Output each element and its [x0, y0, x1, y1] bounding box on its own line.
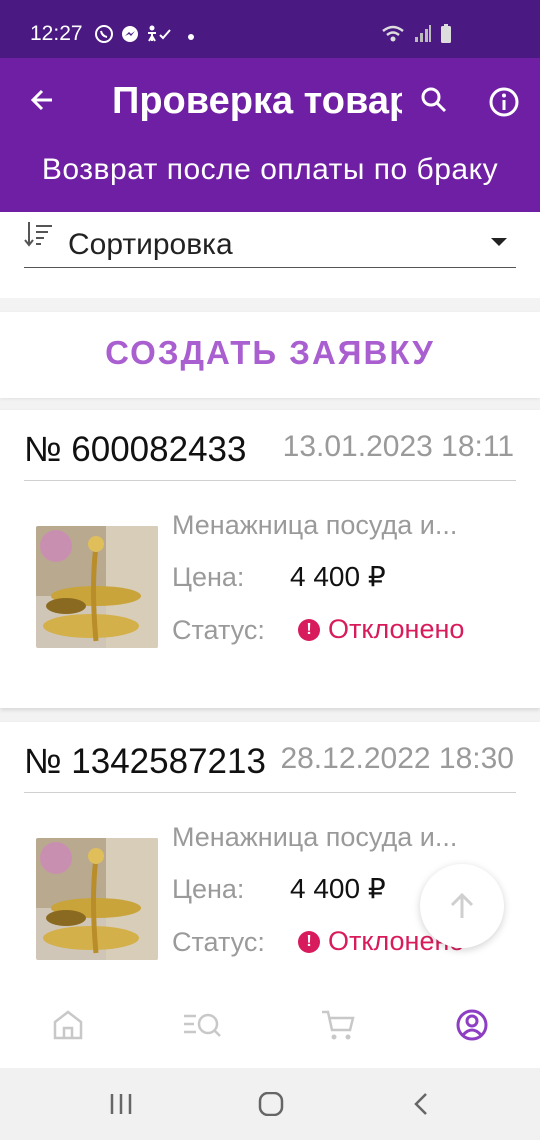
- nav-cart[interactable]: [320, 1008, 356, 1047]
- create-section: СОЗДАТЬ ЗАЯВКУ: [0, 312, 540, 398]
- nav-home[interactable]: [52, 1008, 84, 1047]
- system-navigation: [0, 1068, 540, 1140]
- bottom-navigation: [0, 980, 540, 1068]
- divider: [24, 792, 516, 793]
- status-bar: 12:27: [0, 0, 540, 58]
- sort-dropdown[interactable]: Сортировка: [68, 228, 233, 262]
- alert-icon: !: [298, 930, 320, 953]
- home-circle-icon: [258, 1091, 284, 1117]
- order-number: № 1342587213: [24, 742, 266, 781]
- price-label: Цена:: [172, 562, 245, 592]
- notification-dot: [188, 33, 194, 40]
- chevron-left-icon: [414, 1093, 427, 1115]
- order-date: 28.12.2022 18:30: [280, 742, 514, 775]
- back-button[interactable]: [28, 86, 56, 119]
- product-name: Менажница посуда и...: [172, 822, 458, 852]
- page-title: Проверка товара: [112, 80, 402, 122]
- price-label: Цена:: [172, 874, 245, 904]
- back-nav-button[interactable]: [412, 1092, 432, 1121]
- app-bar: Проверка товара Возврат после оплаты по …: [0, 58, 540, 212]
- alert-icon: !: [298, 618, 320, 641]
- wifi-icon: [380, 24, 406, 49]
- sort-section: Сортировка: [0, 212, 540, 298]
- status-time: 12:27: [30, 22, 83, 45]
- status-text: Отклонено: [328, 614, 465, 644]
- create-request-button[interactable]: СОЗДАТЬ ЗАЯВКУ: [0, 334, 540, 372]
- dropdown-arrow-icon[interactable]: [490, 234, 508, 252]
- home-icon: [53, 1010, 83, 1040]
- catalog-search-icon: [184, 1013, 221, 1037]
- messenger-icon: [120, 24, 140, 49]
- arrow-left-icon: [30, 89, 52, 111]
- product-image: [36, 838, 158, 960]
- order-number: № 600082433: [24, 430, 247, 469]
- sort-underline: [24, 267, 516, 268]
- recents-icon: [110, 1094, 132, 1114]
- profile-icon: [456, 1009, 488, 1041]
- cart-icon: [322, 1010, 355, 1040]
- product-name: Менажница посуда и...: [172, 510, 458, 540]
- status-badge: ! Отклонено: [298, 614, 464, 645]
- page-subtitle: Возврат после оплаты по браку: [41, 153, 499, 186]
- status-label: Статус:: [172, 927, 265, 957]
- search-button[interactable]: [420, 86, 448, 119]
- nav-catalog[interactable]: [182, 1008, 222, 1047]
- scroll-to-top-button[interactable]: [420, 864, 504, 948]
- recents-button[interactable]: [108, 1092, 134, 1121]
- status-label: Статус:: [172, 615, 265, 645]
- price-value: 4 400 ₽: [290, 873, 386, 904]
- signal-icon: [414, 24, 432, 49]
- info-icon: [489, 87, 519, 117]
- home-button[interactable]: [258, 1091, 284, 1121]
- info-button[interactable]: [488, 86, 520, 123]
- battery-icon: [440, 24, 452, 49]
- product-image: [36, 526, 158, 648]
- arrow-up-icon: [450, 892, 474, 918]
- whatsapp-icon: [94, 24, 114, 49]
- order-date: 13.01.2023 18:11: [282, 430, 514, 463]
- nav-profile[interactable]: [455, 1008, 489, 1047]
- search-icon: [421, 87, 447, 113]
- accessibility-icon: [146, 24, 172, 49]
- divider: [24, 480, 516, 481]
- order-card[interactable]: № 600082433 13.01.2023 18:11 Менажница п…: [0, 410, 540, 708]
- price-value: 4 400 ₽: [290, 561, 386, 592]
- sort-icon: [22, 220, 54, 255]
